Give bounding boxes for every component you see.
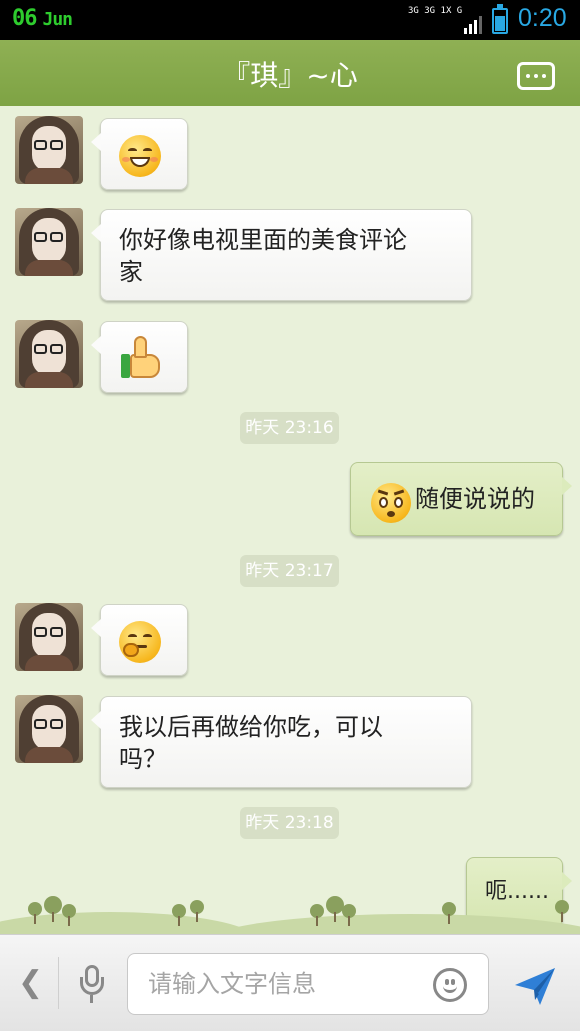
- message-line: 你好像电视里面的美食评论: [119, 226, 407, 254]
- contact-avatar[interactable]: [15, 320, 83, 388]
- status-month: Jun: [42, 9, 73, 30]
- divider: [58, 957, 59, 1009]
- microphone-icon[interactable]: [80, 965, 104, 1003]
- battery-icon: [492, 4, 508, 34]
- timestamp: 昨天 23:16: [240, 412, 339, 444]
- more-dots-icon[interactable]: [517, 62, 555, 90]
- message-line: 吗？: [119, 745, 167, 773]
- contact-avatar[interactable]: [15, 116, 83, 184]
- network-label: G: [456, 6, 463, 16]
- network-indicator: 3G 3G 1X G: [408, 6, 482, 34]
- status-date: 06 Jun: [12, 6, 73, 31]
- signal-icon: [464, 16, 482, 34]
- smile-emoji: [119, 135, 161, 177]
- send-icon[interactable]: [512, 963, 558, 1009]
- status-bar: 06 Jun 3G 3G 1X G 0:20: [0, 0, 580, 40]
- contact-avatar[interactable]: [15, 695, 83, 763]
- input-bar: ❮: [0, 934, 580, 1031]
- message-line: 我以后再做给你吃，可以: [119, 713, 383, 741]
- outgoing-message[interactable]: 随便说说的: [350, 462, 572, 536]
- message-text: 你好像电视里面的美食评论 家: [101, 210, 471, 304]
- contact-avatar[interactable]: [15, 208, 83, 276]
- timestamp: 昨天 23:18: [240, 807, 339, 839]
- incoming-message[interactable]: [91, 321, 188, 393]
- smiley-icon[interactable]: [433, 968, 467, 1002]
- message-line: 家: [119, 258, 143, 286]
- status-day: 06: [12, 6, 37, 31]
- network-label: 1X: [440, 6, 452, 16]
- contact-avatar[interactable]: [15, 603, 83, 671]
- incoming-message[interactable]: [91, 604, 188, 676]
- status-time: 0:20: [518, 4, 567, 32]
- message-text: 我以后再做给你吃，可以 吗？: [101, 697, 471, 791]
- timestamp: 昨天 23:17: [240, 555, 339, 587]
- incoming-message[interactable]: [91, 118, 188, 190]
- chevron-left-icon[interactable]: ❮: [18, 965, 43, 1000]
- message-text: 随便说说的: [415, 485, 535, 513]
- landscape-decoration: [0, 884, 580, 974]
- thumbs-up-emoji: [121, 336, 163, 382]
- network-label: 3G: [408, 6, 419, 16]
- thinking-emoji: [119, 621, 161, 663]
- chat-title: 『琪』~心: [222, 59, 358, 92]
- chat-header: 『琪』~心: [0, 40, 580, 112]
- message-list[interactable]: 你好像电视里面的美食评论 家 昨天 23:16 随便说说的 昨天 23:17 我…: [0, 106, 580, 934]
- incoming-message[interactable]: 我以后再做给你吃，可以 吗？: [91, 696, 472, 791]
- incoming-message[interactable]: 你好像电视里面的美食评论 家: [91, 209, 472, 304]
- confused-emoji: [371, 483, 411, 523]
- network-label: 3G: [424, 6, 436, 16]
